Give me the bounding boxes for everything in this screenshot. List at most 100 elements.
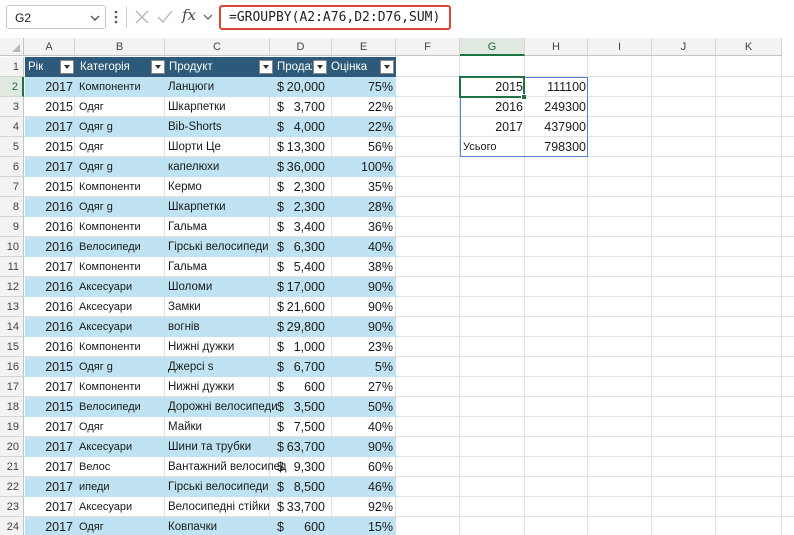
cell-product[interactable]: Кермо [166, 177, 274, 197]
cell-category[interactable]: Аксесуари [77, 317, 165, 337]
column-header-g[interactable]: G [460, 38, 525, 56]
cell-year[interactable]: 2017 [25, 457, 75, 477]
cell-year[interactable]: 2017 [25, 377, 75, 397]
cell-product[interactable]: Шкарпетки [166, 197, 274, 217]
fill-handle[interactable] [521, 94, 527, 100]
cell-year[interactable]: 2016 [25, 317, 75, 337]
table-row[interactable]: 2017 Аксесуари Шини та трубки $63,700 90% [25, 437, 396, 457]
cell-category[interactable]: Компоненти [77, 217, 165, 237]
cell-year[interactable]: 2015 [25, 137, 75, 157]
cell-sales[interactable]: $3,700 [274, 97, 327, 117]
row-header-5[interactable]: 5 [0, 137, 24, 157]
table-row[interactable]: 2016 Компоненти Нижні дужки $1,000 23% [25, 337, 396, 357]
groupby-total-value[interactable]: 798300 [525, 137, 586, 157]
row-header-17[interactable]: 17 [0, 377, 24, 397]
cell-sales[interactable]: $8,500 [274, 477, 327, 497]
cell-category[interactable]: Одяг [77, 97, 165, 117]
table-row[interactable]: 2016 Аксесуари вогнів $29,800 90% [25, 317, 396, 337]
cell-year[interactable]: 2017 [25, 117, 75, 137]
table-row[interactable]: 2017 ипеди Гірські велосипеди $8,500 46% [25, 477, 396, 497]
row-header-13[interactable]: 13 [0, 297, 24, 317]
cell-year[interactable]: 2017 [25, 157, 75, 177]
cell-category[interactable]: ипеди [77, 477, 165, 497]
cell-sales[interactable]: $9,300 [274, 457, 327, 477]
column-header-e[interactable]: E [332, 38, 396, 56]
cell-rating[interactable]: 28% [328, 197, 396, 217]
cell-sales[interactable]: $1,000 [274, 337, 327, 357]
cell-product[interactable]: Гальма [166, 217, 274, 237]
cell-rating[interactable]: 75% [328, 77, 396, 97]
cell-sales[interactable]: $600 [274, 377, 327, 397]
table-row[interactable]: 2015 Одяг g Джерсі s $6,700 5% [25, 357, 396, 377]
cell-rating[interactable]: 35% [328, 177, 396, 197]
cell-year[interactable]: 2016 [25, 197, 75, 217]
cell-sales[interactable]: $20,000 [274, 77, 327, 97]
insert-function-button[interactable]: fx [182, 6, 213, 28]
cell-category[interactable]: Одяг g [77, 157, 165, 177]
cell-year[interactable]: 2016 [25, 217, 75, 237]
table-row[interactable]: 2016 Аксесуари Шоломи $17,000 90% [25, 277, 396, 297]
row-header-18[interactable]: 18 [0, 397, 24, 417]
row-header-8[interactable]: 8 [0, 197, 24, 217]
row-header-11[interactable]: 11 [0, 257, 24, 277]
row-header-24[interactable]: 24 [0, 517, 24, 535]
cell-rating[interactable]: 36% [328, 217, 396, 237]
table-row[interactable]: 2016 Одяг g Шкарпетки $2,300 28% [25, 197, 396, 217]
name-box[interactable]: G2 [6, 5, 106, 29]
row-header-16[interactable]: 16 [0, 357, 24, 377]
cell-sales[interactable]: $6,300 [274, 237, 327, 257]
cell-category[interactable]: Одяг [77, 137, 165, 157]
cell-category[interactable]: Аксесуари [77, 277, 165, 297]
row-header-19[interactable]: 19 [0, 417, 24, 437]
cell-rating[interactable]: 22% [328, 97, 396, 117]
cell-year[interactable]: 2017 [25, 517, 75, 535]
cell-rating[interactable]: 40% [328, 237, 396, 257]
cell-sales[interactable]: $33,700 [274, 497, 327, 517]
cell-rating[interactable]: 100% [328, 157, 396, 177]
cell-category[interactable]: Компоненти [77, 177, 165, 197]
cell-product[interactable]: Велосипедні стійки [166, 497, 274, 517]
table-row[interactable]: 2017 Компоненти Гальма $5,400 38% [25, 257, 396, 277]
cell-year[interactable]: 2017 [25, 257, 75, 277]
cell-sales[interactable]: $29,800 [274, 317, 327, 337]
cell-sales[interactable]: $13,300 [274, 137, 327, 157]
row-header-1[interactable]: 1 [0, 57, 24, 77]
groupby-total-label[interactable]: Усього [463, 137, 497, 157]
cell-category[interactable]: Одяг g [77, 357, 165, 377]
cell-sales[interactable]: $2,300 [274, 177, 327, 197]
cell-rating[interactable]: 40% [328, 417, 396, 437]
column-header-k[interactable]: K [716, 38, 782, 56]
cell-category[interactable]: Компоненти [77, 377, 165, 397]
cell-rating[interactable]: 60% [328, 457, 396, 477]
column-header-j[interactable]: J [652, 38, 716, 56]
cell-year[interactable]: 2015 [25, 397, 75, 417]
cancel-icon[interactable] [133, 8, 151, 26]
cell-year[interactable]: 2017 [25, 437, 75, 457]
row-header-22[interactable]: 22 [0, 477, 24, 497]
cell-product[interactable]: Шоломи [166, 277, 274, 297]
cell-product[interactable]: Джерсі s [166, 357, 274, 377]
table-row[interactable]: 2017 Одяг g капелюхи $36,000 100% [25, 157, 396, 177]
cell-rating[interactable]: 92% [328, 497, 396, 517]
cell-product[interactable]: Шини та трубки [166, 437, 274, 457]
row-header-20[interactable]: 20 [0, 437, 24, 457]
table-row[interactable]: 2017 Одяг Майки $7,500 40% [25, 417, 396, 437]
cell-sales[interactable]: $2,300 [274, 197, 327, 217]
table-row[interactable]: 2015 Одяг Шкарпетки $3,700 22% [25, 97, 396, 117]
cell-product[interactable]: Гальма [166, 257, 274, 277]
cell-year[interactable]: 2015 [25, 97, 75, 117]
groupby-row-value[interactable]: 111100 [525, 77, 586, 97]
table-row[interactable]: 2017 Компоненти Нижні дужки $600 27% [25, 377, 396, 397]
worksheet-grid[interactable]: ABCDEFGHIJK 1 2 3 4 5 6 7 8 9 10 11 12 13 14 15 16 17 18 1… [0, 38, 794, 535]
column-header-d[interactable]: D [270, 38, 332, 56]
table-row[interactable]: 2017 Одяг Ковпачки $600 15% [25, 517, 396, 535]
row-header-10[interactable]: 10 [0, 237, 24, 257]
row-header-14[interactable]: 14 [0, 317, 24, 337]
cell-year[interactable]: 2016 [25, 237, 75, 257]
cell-sales[interactable]: $36,000 [274, 157, 327, 177]
chevron-down-icon[interactable] [89, 13, 101, 23]
column-header-f[interactable]: F [396, 38, 460, 56]
cell-rating[interactable]: 90% [328, 297, 396, 317]
formula-input[interactable]: =GROUPBY(A2:A76,D2:D76,SUM) [219, 5, 451, 30]
cell-year[interactable]: 2015 [25, 177, 75, 197]
